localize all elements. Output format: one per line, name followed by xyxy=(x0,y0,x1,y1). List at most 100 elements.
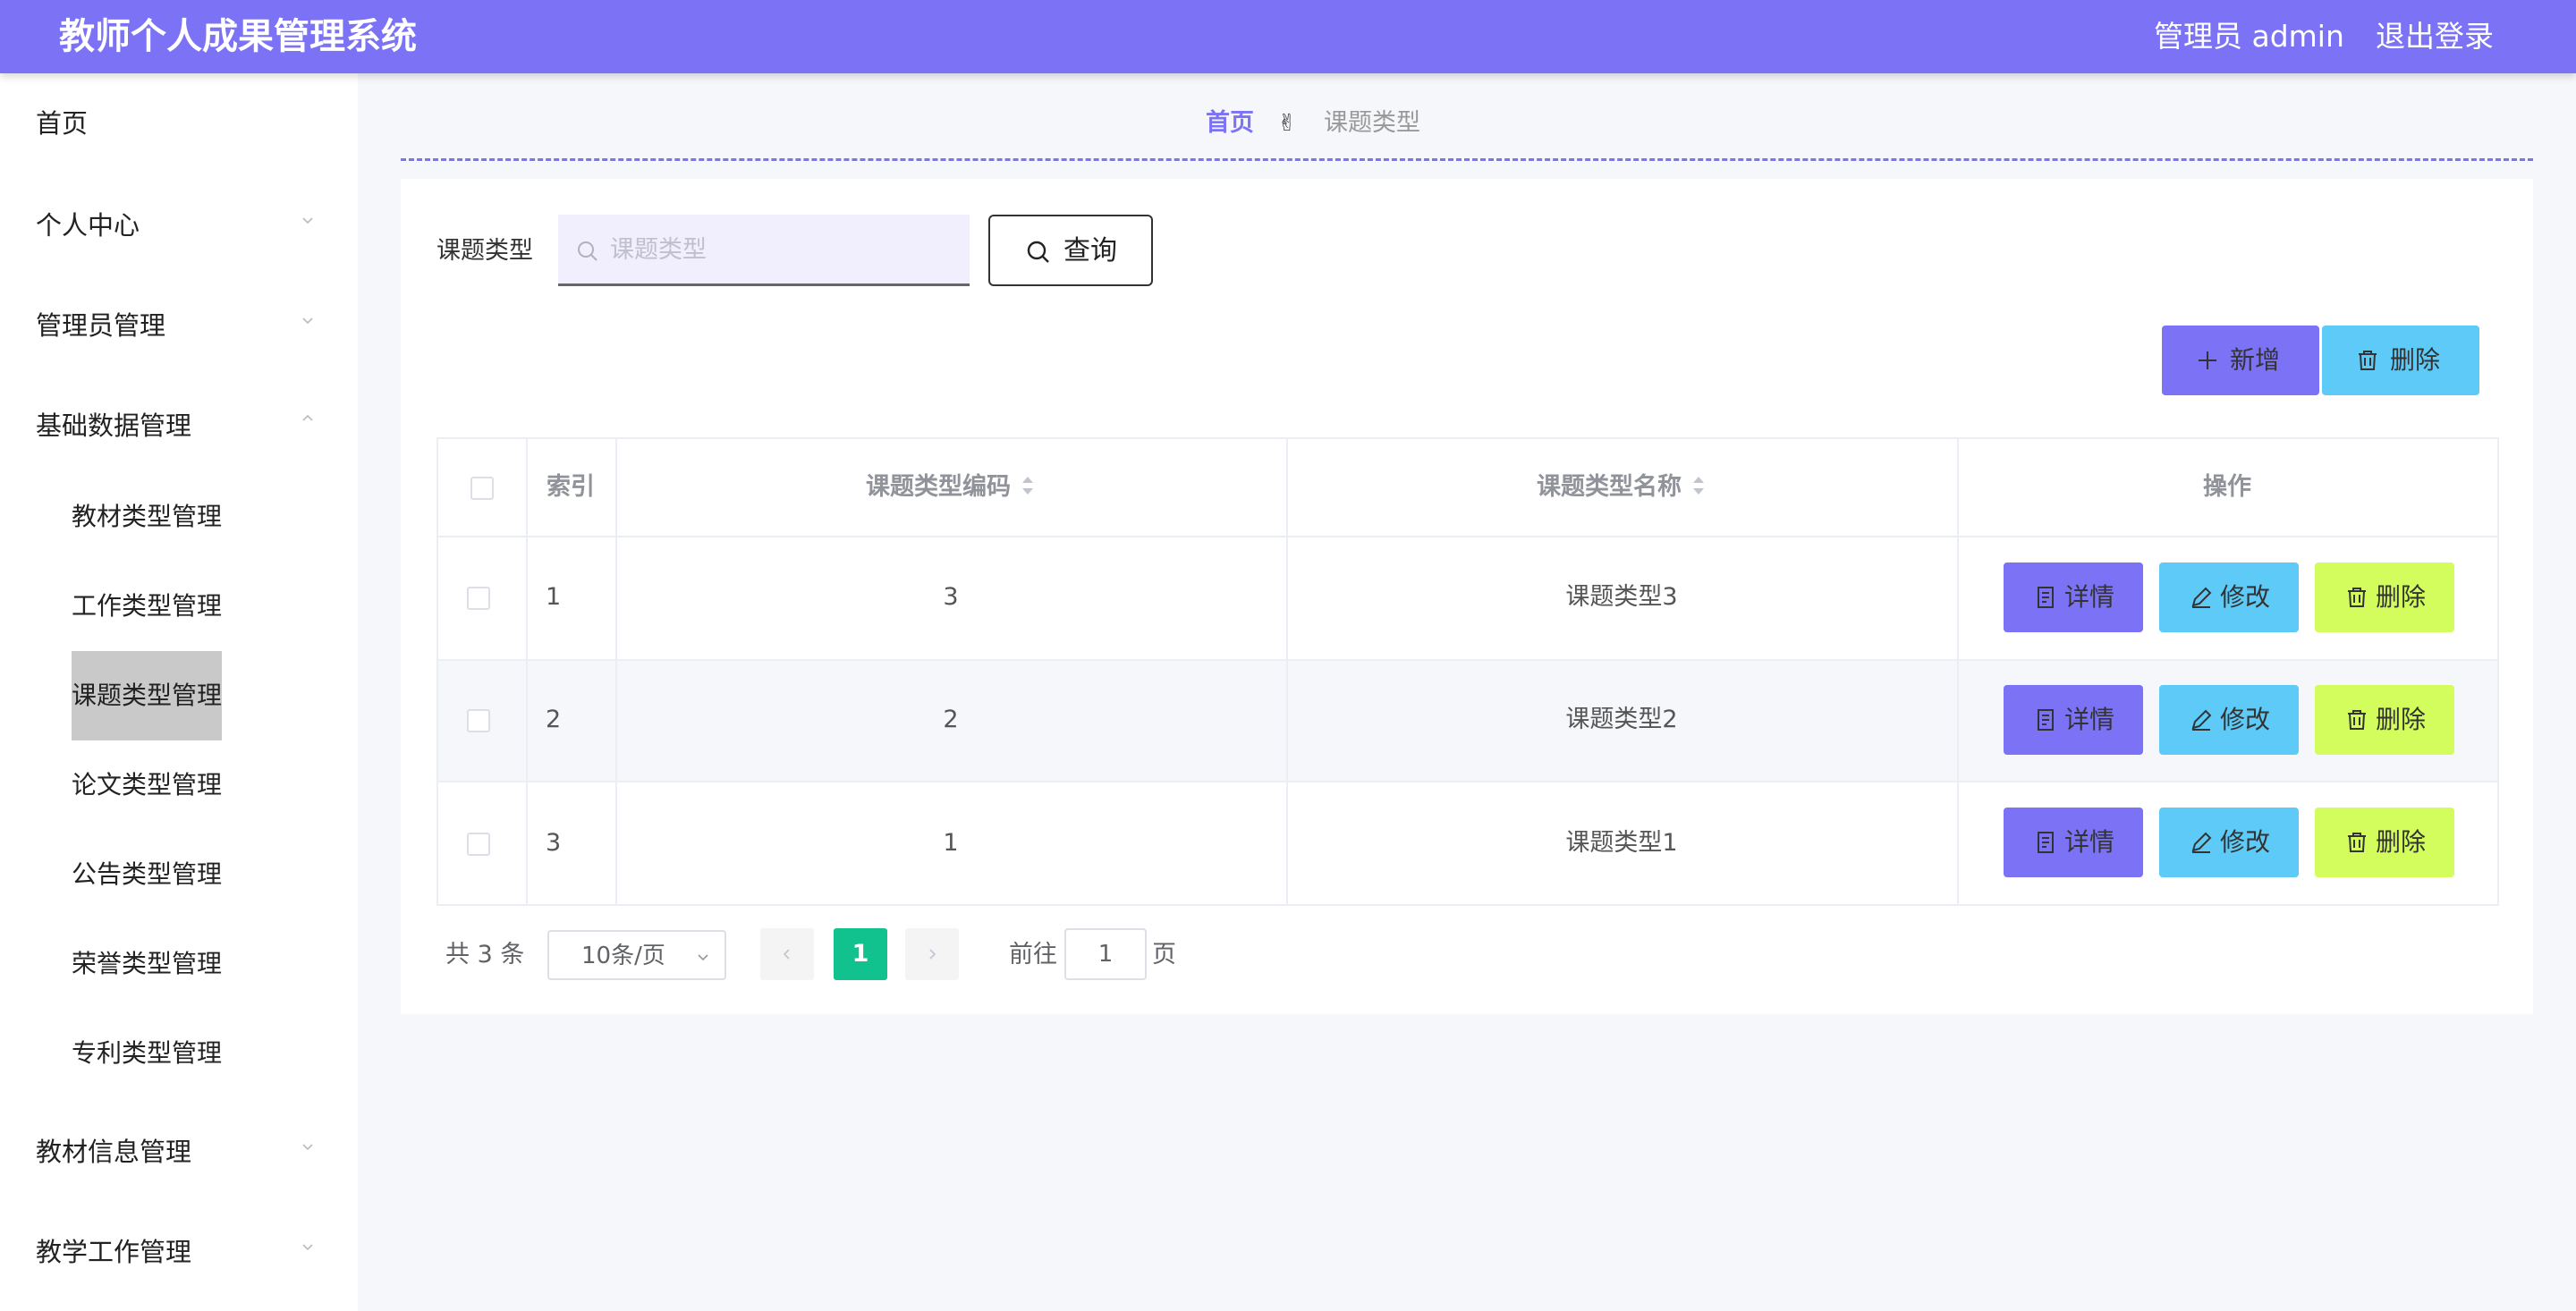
trash-icon xyxy=(2348,710,2366,730)
goto-page-input[interactable] xyxy=(1064,928,1147,980)
sort-icon[interactable] xyxy=(1020,472,1036,499)
delete-button-label: 删除 xyxy=(2376,827,2427,857)
delete-button[interactable]: 删除 xyxy=(2315,808,2454,877)
next-page-button[interactable] xyxy=(905,928,959,980)
submenu-item-project-type[interactable]: 课题类型管理 xyxy=(72,678,222,714)
query-button[interactable]: 查询 xyxy=(988,215,1153,286)
detail-button-label: 详情 xyxy=(2064,827,2115,857)
cell-index: 3 xyxy=(546,829,562,857)
cell-code: 1 xyxy=(943,829,959,857)
delete-button-label: 删除 xyxy=(2376,582,2427,612)
edit-button[interactable]: 修改 xyxy=(2159,808,2299,877)
sidebar-item-personal-center[interactable]: 个人中心 xyxy=(36,207,140,243)
row-divider xyxy=(438,659,2497,661)
edit-button[interactable]: 修改 xyxy=(2159,685,2299,755)
data-table: 索引 课题类型编码 课题类型名称 操作 1 3 课题类型3 详情 修改 删除 2… xyxy=(436,437,2499,906)
chevron-down-icon xyxy=(302,317,313,325)
row-divider xyxy=(438,536,2497,537)
submenu-item-work-type[interactable]: 工作类型管理 xyxy=(72,588,222,624)
delete-button-label: 删除 xyxy=(2376,705,2427,734)
add-button-label: 新增 xyxy=(2230,345,2281,375)
goto-label: 前往 xyxy=(1009,941,1057,968)
sort-icon[interactable] xyxy=(1690,472,1707,499)
column-header-name[interactable]: 课题类型名称 xyxy=(1286,439,1957,536)
chevron-down-icon xyxy=(302,1244,313,1251)
chevron-up-icon xyxy=(302,414,313,421)
detail-button[interactable]: 详情 xyxy=(2004,808,2143,877)
pencil-icon xyxy=(2191,709,2212,731)
column-header-code-label: 课题类型编码 xyxy=(866,473,1011,501)
query-button-label: 查询 xyxy=(1063,235,1117,266)
page-number-current[interactable]: 1 xyxy=(834,928,887,980)
detail-button[interactable]: 详情 xyxy=(2004,685,2143,755)
goto-unit: 页 xyxy=(1152,941,1176,968)
search-icon xyxy=(578,241,597,261)
edit-button-label: 修改 xyxy=(2220,705,2271,734)
pencil-icon xyxy=(2191,832,2212,853)
delete-button[interactable]: 删除 xyxy=(2315,562,2454,632)
breadcrumb-home[interactable]: 首页 xyxy=(1206,106,1254,141)
edit-button[interactable]: 修改 xyxy=(2159,562,2299,632)
pencil-icon xyxy=(2191,587,2212,608)
search-label: 课题类型 xyxy=(436,237,533,265)
victory-hand-icon: ✌ xyxy=(1277,110,1297,137)
cell-name: 课题类型2 xyxy=(1565,706,1678,733)
logout-link[interactable]: 退出登录 xyxy=(2376,16,2494,57)
chevron-down-icon xyxy=(302,1144,313,1151)
app-title: 教师个人成果管理系统 xyxy=(59,16,417,57)
column-header-code[interactable]: 课题类型编码 xyxy=(615,439,1286,536)
document-icon xyxy=(2038,709,2054,731)
cell-code: 2 xyxy=(943,706,959,733)
document-icon xyxy=(2038,587,2054,608)
detail-button-label: 详情 xyxy=(2064,582,2115,612)
detail-button-label: 详情 xyxy=(2064,705,2115,734)
sidebar-item-teaching-work[interactable]: 教学工作管理 xyxy=(36,1234,191,1270)
sidebar-item-textbook-info[interactable]: 教材信息管理 xyxy=(36,1134,191,1170)
batch-delete-button-label: 删除 xyxy=(2390,345,2441,375)
edit-button-label: 修改 xyxy=(2220,827,2271,857)
select-all-checkbox[interactable] xyxy=(470,477,494,500)
page-size-select[interactable]: 10条/页 xyxy=(547,930,726,980)
search-field xyxy=(558,215,970,286)
row-checkbox[interactable] xyxy=(467,709,490,732)
prev-page-button[interactable] xyxy=(760,928,814,980)
submenu-item-paper-type[interactable]: 论文类型管理 xyxy=(72,767,222,803)
document-icon xyxy=(2038,832,2054,853)
detail-button[interactable]: 详情 xyxy=(2004,562,2143,632)
sidebar-item-admin-management[interactable]: 管理员管理 xyxy=(36,308,165,343)
chevron-down-icon xyxy=(302,217,313,224)
submenu-item-textbook-type[interactable]: 教材类型管理 xyxy=(72,499,222,535)
trash-icon xyxy=(2348,833,2366,852)
batch-delete-button[interactable]: 删除 xyxy=(2322,326,2479,395)
plus-icon xyxy=(2199,351,2216,369)
row-checkbox[interactable] xyxy=(467,833,490,856)
sidebar-item-basic-data[interactable]: 基础数据管理 xyxy=(36,408,191,444)
submenu-item-honor-type[interactable]: 荣誉类型管理 xyxy=(72,946,222,982)
add-button[interactable]: 新增 xyxy=(2162,326,2319,395)
chevron-right-icon xyxy=(929,949,936,960)
sidebar-item-home[interactable]: 首页 xyxy=(36,106,88,141)
search-icon xyxy=(1027,241,1049,263)
column-header-actions: 操作 xyxy=(2203,473,2251,501)
chevron-left-icon xyxy=(783,949,790,960)
page-size-value: 10条/页 xyxy=(581,943,665,969)
sidebar: 首页 个人中心 管理员管理 基础数据管理 教材类型管理 工作类型管理 课题类型管… xyxy=(0,73,358,1311)
column-header-index: 索引 xyxy=(547,473,595,501)
row-checkbox[interactable] xyxy=(467,587,490,610)
trash-icon xyxy=(2359,351,2377,370)
column-header-name-label: 课题类型名称 xyxy=(1537,473,1682,501)
content-panel: 课题类型 查询 新增 删除 xyxy=(401,179,2533,1014)
submenu-item-notice-type[interactable]: 公告类型管理 xyxy=(72,857,222,892)
submenu-item-patent-type[interactable]: 专利类型管理 xyxy=(72,1036,222,1071)
row-divider xyxy=(438,781,2497,782)
cell-name: 课题类型1 xyxy=(1565,829,1678,857)
chevron-down-icon xyxy=(698,954,708,961)
breadcrumb-current: 课题类型 xyxy=(1324,109,1420,137)
cell-index: 2 xyxy=(546,706,562,733)
delete-button[interactable]: 删除 xyxy=(2315,685,2454,755)
search-input[interactable] xyxy=(610,231,950,268)
trash-icon xyxy=(2348,588,2366,607)
cell-code: 3 xyxy=(943,583,959,611)
cell-index: 1 xyxy=(546,583,562,611)
pagination-total: 共 3 条 xyxy=(445,941,525,968)
